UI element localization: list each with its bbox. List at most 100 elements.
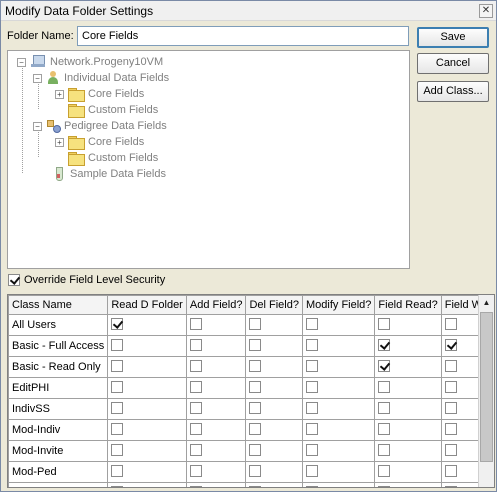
permission-cell — [185, 461, 247, 483]
scrollbar-thumb[interactable] — [480, 312, 493, 462]
permission-checkbox[interactable] — [111, 339, 124, 352]
cancel-button[interactable]: Cancel — [417, 53, 489, 74]
permission-checkbox[interactable] — [249, 465, 262, 478]
permission-cell — [301, 356, 376, 378]
save-button[interactable]: Save — [417, 27, 489, 48]
permission-cell — [185, 482, 247, 487]
permission-checkbox[interactable] — [189, 360, 202, 373]
permission-checkbox[interactable] — [249, 486, 262, 487]
permission-checkbox[interactable] — [189, 339, 202, 352]
permission-checkbox[interactable] — [249, 339, 262, 352]
permission-checkbox[interactable] — [378, 381, 391, 394]
folder-name-input[interactable] — [77, 26, 409, 46]
table-row[interactable]: Mod-Invite — [8, 440, 494, 462]
permission-checkbox[interactable] — [249, 423, 262, 436]
column-header-field-read[interactable]: Field Read? — [374, 295, 442, 315]
permission-checkbox[interactable] — [189, 444, 202, 457]
override-checkbox[interactable] — [8, 274, 20, 286]
tree-node-pedigree-core-fields[interactable]: + Core Fields — [55, 134, 144, 150]
permission-checkbox[interactable] — [189, 423, 202, 436]
permission-checkbox[interactable] — [444, 423, 457, 436]
folder-tree[interactable]: − Network.Progeny10VM − Individual Data … — [7, 50, 410, 269]
override-field-security[interactable]: Override Field Level Security — [8, 274, 165, 286]
tree-node-individual-core-fields[interactable]: + Core Fields — [55, 86, 144, 102]
table-row[interactable]: All Users — [8, 314, 494, 336]
table-row[interactable]: Basic - Read Only — [8, 356, 494, 378]
class-permissions-grid[interactable]: Class Name Read D Folder Add Field? Del … — [7, 294, 495, 488]
add-class-button[interactable]: Add Class... — [417, 81, 489, 102]
permission-checkbox[interactable] — [305, 444, 318, 457]
permission-checkbox[interactable] — [444, 318, 457, 331]
permission-checkbox[interactable] — [378, 339, 391, 352]
table-row[interactable]: IndivSS — [8, 398, 494, 420]
permission-checkbox[interactable] — [111, 381, 124, 394]
collapse-icon[interactable]: − — [33, 73, 42, 83]
column-header-del-field[interactable]: Del Field? — [245, 295, 303, 315]
tree-node-sample-data-fields[interactable]: Sample Data Fields — [52, 166, 166, 182]
permission-checkbox[interactable] — [111, 423, 124, 436]
vertical-scrollbar[interactable]: ▲ — [478, 295, 494, 487]
permission-checkbox[interactable] — [305, 381, 318, 394]
tree-node-pedigree-custom-fields[interactable]: Custom Fields — [68, 150, 158, 166]
permission-checkbox[interactable] — [305, 360, 318, 373]
permission-checkbox[interactable] — [189, 381, 202, 394]
permission-cell — [374, 482, 442, 487]
scroll-up-arrow-icon[interactable]: ▲ — [479, 295, 494, 311]
collapse-icon[interactable]: − — [17, 57, 26, 67]
permission-checkbox[interactable] — [444, 486, 457, 487]
column-header-modify-field[interactable]: Modify Field? — [301, 295, 376, 315]
close-icon: ✕ — [481, 5, 491, 16]
table-row[interactable]: Progadmin — [8, 482, 494, 487]
permission-checkbox[interactable] — [111, 402, 124, 415]
table-row[interactable]: Mod-Indiv — [8, 419, 494, 441]
permission-checkbox[interactable] — [378, 444, 391, 457]
permission-checkbox[interactable] — [189, 465, 202, 478]
collapse-icon[interactable]: − — [33, 121, 42, 131]
permission-checkbox[interactable] — [111, 465, 124, 478]
permission-checkbox[interactable] — [378, 402, 391, 415]
permission-checkbox[interactable] — [444, 339, 457, 352]
expand-icon[interactable]: + — [55, 89, 64, 99]
close-button[interactable]: ✕ — [479, 4, 493, 18]
permission-checkbox[interactable] — [444, 402, 457, 415]
permission-checkbox[interactable] — [111, 444, 124, 457]
permission-checkbox[interactable] — [249, 360, 262, 373]
permission-checkbox[interactable] — [111, 486, 124, 487]
permission-checkbox[interactable] — [378, 318, 391, 331]
permission-checkbox[interactable] — [305, 402, 318, 415]
folder-name-label: Folder Name: — [7, 30, 74, 42]
permission-checkbox[interactable] — [444, 360, 457, 373]
permission-checkbox[interactable] — [111, 318, 124, 331]
permission-checkbox[interactable] — [189, 318, 202, 331]
tree-node-root[interactable]: − Network.Progeny10VM — [17, 54, 163, 70]
permission-checkbox[interactable] — [378, 465, 391, 478]
table-row[interactable]: Mod-Ped — [8, 461, 494, 483]
permission-checkbox[interactable] — [189, 402, 202, 415]
permission-checkbox[interactable] — [305, 318, 318, 331]
permission-checkbox[interactable] — [249, 444, 262, 457]
permission-checkbox[interactable] — [378, 423, 391, 436]
permission-checkbox[interactable] — [444, 444, 457, 457]
permission-checkbox[interactable] — [378, 486, 391, 487]
expand-icon[interactable]: + — [55, 137, 64, 147]
permission-checkbox[interactable] — [444, 381, 457, 394]
table-row[interactable]: EditPHI — [8, 377, 494, 399]
column-header-class-name[interactable]: Class Name — [8, 295, 109, 315]
permission-checkbox[interactable] — [249, 318, 262, 331]
column-header-read-d-folder[interactable]: Read D Folder — [107, 295, 187, 315]
column-header-add-field[interactable]: Add Field? — [185, 295, 247, 315]
tree-node-individual-custom-fields[interactable]: Custom Fields — [68, 102, 158, 118]
permission-checkbox[interactable] — [111, 360, 124, 373]
permission-checkbox[interactable] — [249, 381, 262, 394]
table-row[interactable]: Basic - Full Access — [8, 335, 494, 357]
permission-checkbox[interactable] — [378, 360, 391, 373]
permission-checkbox[interactable] — [305, 486, 318, 487]
permission-checkbox[interactable] — [189, 486, 202, 487]
permission-checkbox[interactable] — [305, 339, 318, 352]
permission-checkbox[interactable] — [305, 465, 318, 478]
permission-checkbox[interactable] — [444, 465, 457, 478]
permission-checkbox[interactable] — [305, 423, 318, 436]
permission-checkbox[interactable] — [249, 402, 262, 415]
tree-node-pedigree-data-fields[interactable]: − Pedigree Data Fields — [33, 118, 167, 134]
tree-node-individual-data-fields[interactable]: − Individual Data Fields — [33, 70, 169, 86]
